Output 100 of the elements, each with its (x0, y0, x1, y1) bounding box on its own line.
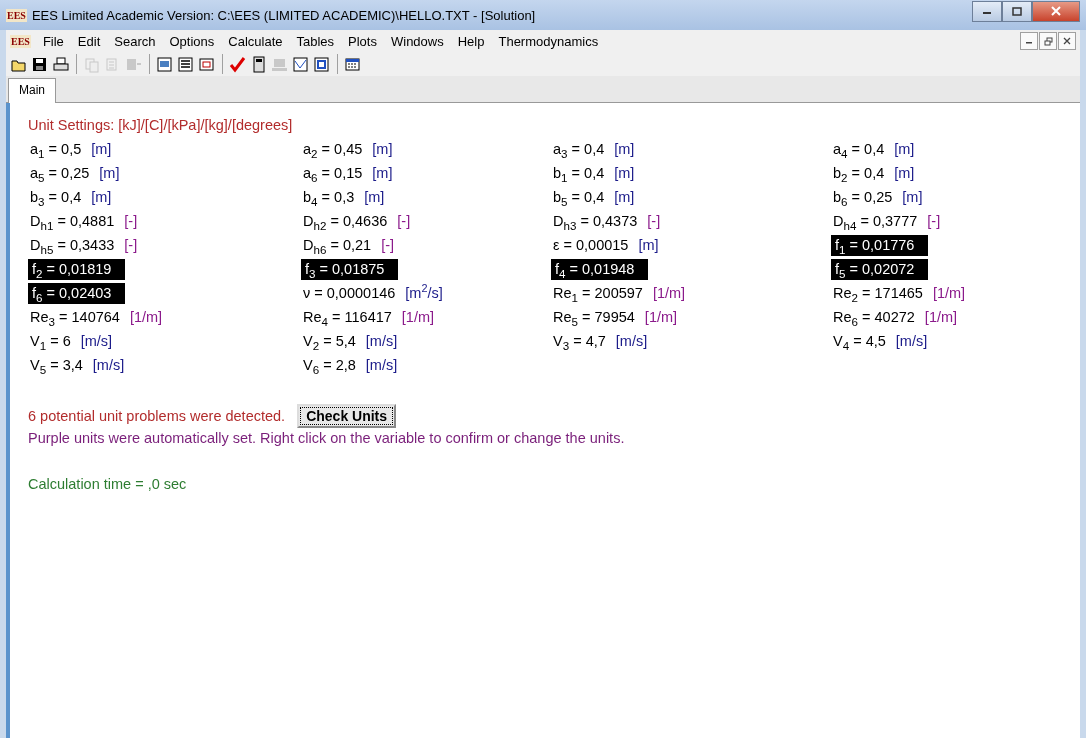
variable-value[interactable]: Re$_{1}$ = 200597 (551, 283, 647, 304)
variable-value[interactable]: Re$_{3}$ = 140764 (28, 307, 124, 328)
variable-value[interactable]: V$_{5}$ = 3,4 (28, 355, 87, 376)
app-logo: EES (6, 8, 27, 22)
unit-label[interactable]: [m] (99, 163, 120, 184)
unit-label[interactable]: [m] (902, 187, 923, 208)
unit-label[interactable]: [m] (894, 139, 915, 160)
unit-label[interactable]: [-] (124, 211, 138, 232)
variable-value[interactable]: a$_{4}$ = 0,4 (831, 139, 889, 160)
variable-value[interactable]: D$_{h1}$ = 0,4881 (28, 211, 119, 232)
variable-value[interactable]: b$_{5}$ = 0,4 (551, 187, 609, 208)
variable-value[interactable]: Re$_{5}$ = 79954 (551, 307, 639, 328)
restore-button[interactable] (1039, 32, 1057, 50)
unit-label[interactable]: [1/m] (401, 307, 435, 328)
variable-value[interactable]: a$_{3}$ = 0,4 (551, 139, 609, 160)
unit-label[interactable]: [m] (91, 139, 112, 160)
variable-value[interactable]: b$_{4}$ = 0,3 (301, 187, 359, 208)
variable-value[interactable]: b$_{2}$ = 0,4 (831, 163, 889, 184)
variable-value[interactable]: V$_{3}$ = 4,7 (551, 331, 610, 352)
tab[interactable]: Main (8, 78, 56, 103)
unit-label[interactable]: [-] (397, 211, 411, 232)
menu-item[interactable]: Search (107, 31, 163, 51)
variable-value[interactable]: f$_{4}$ = 0,01948 (551, 259, 649, 280)
calculation-time: Calculation time = ,0 sec (28, 476, 188, 492)
close-icon (1063, 37, 1071, 45)
window-title: EES Limited Academic Version: C:\EES (LIMITED ACADEMIC)\HELLO.TXT - [Solution] (31, 7, 537, 23)
variable-value[interactable]: V$_{4}$ = 4,5 (831, 331, 890, 352)
unit-label[interactable]: [1/m] (932, 283, 966, 304)
unit-label[interactable]: [m/s] (895, 331, 928, 352)
unit-label[interactable]: [1/m] (129, 307, 163, 328)
menu-item[interactable]: Calculate (221, 31, 290, 51)
unit-label[interactable]: [m/s] (80, 331, 113, 352)
check-units-button[interactable]: Check Units (297, 404, 397, 428)
unit-label[interactable]: [m] (614, 187, 635, 208)
printer-icon (51, 55, 69, 73)
variable-value[interactable]: a$_{6}$ = 0,15 (301, 163, 367, 184)
variable-value[interactable]: D$_{h6}$ = 0,21 (301, 235, 376, 256)
unit-label[interactable]: [m/s] (92, 355, 125, 376)
unit-label[interactable]: [1/m] (924, 307, 958, 328)
variable-value[interactable]: Re$_{4}$ = 116417 (301, 307, 396, 328)
variable-value[interactable]: Re$_{2}$ = 171465 (831, 283, 927, 304)
menu-item[interactable]: File (35, 31, 71, 51)
unit-label[interactable]: [1/m] (652, 283, 686, 304)
unit-label[interactable]: [-] (381, 235, 395, 256)
unit-label[interactable]: [-] (927, 211, 941, 232)
unit-label[interactable]: [m] (91, 187, 112, 208)
window-icon (155, 55, 173, 73)
toolbar-button[interactable] (175, 54, 195, 74)
variable-value[interactable]: Re$_{6}$ = 40272 (831, 307, 919, 328)
unit-label[interactable]: [m/s] (615, 331, 648, 352)
variable-value[interactable]: f$_{5}$ = 0,02072 (831, 259, 929, 280)
unit-label[interactable]: [-] (124, 235, 138, 256)
close-button[interactable] (1058, 32, 1076, 50)
menu-item[interactable]: Thermodynamics (491, 31, 606, 51)
variable-value[interactable]: ε = 0,00015 (551, 235, 633, 256)
variable-value[interactable]: D$_{h3}$ = 0,4373 (551, 211, 642, 232)
document-icon (82, 55, 100, 73)
variable-value[interactable]: f$_{2}$ = 0,01819 (28, 259, 126, 280)
menu-item[interactable]: Tables (289, 31, 342, 51)
unit-label[interactable]: [m/s] (365, 355, 398, 376)
close-button[interactable] (1032, 0, 1080, 22)
variable-value[interactable]: b$_{1}$ = 0,4 (551, 163, 609, 184)
close-icon (1050, 6, 1062, 16)
unit-label[interactable]: [1/m] (644, 307, 678, 328)
variable-value[interactable]: f$_{3}$ = 0,01875 (301, 259, 399, 280)
variable-value[interactable]: a$_{5}$ = 0,25 (28, 163, 94, 184)
variable-value[interactable]: V$_{2}$ = 5,4 (301, 331, 360, 352)
variable-value[interactable]: b$_{3}$ = 0,4 (28, 187, 86, 208)
variable-value[interactable]: f$_{1}$ = 0,01776 (831, 235, 929, 256)
unit-label[interactable]: [m] (364, 187, 385, 208)
menu-item[interactable]: Help (450, 31, 492, 51)
unit-label[interactable]: [m] (638, 235, 659, 256)
toolbar-button[interactable] (311, 54, 331, 74)
unit-label[interactable]: [m] (372, 163, 393, 184)
variable-value[interactable]: D$_{h2}$ = 0,4636 (301, 211, 392, 232)
maximize-button[interactable] (1002, 0, 1032, 22)
variable-value[interactable]: V$_{6}$ = 2,8 (301, 355, 360, 376)
unit-label[interactable]: [m/s] (365, 331, 398, 352)
unit-label[interactable]: [m] (894, 163, 915, 184)
variable-value[interactable]: D$_{h4}$ = 0,3777 (831, 211, 922, 232)
menu-item[interactable]: Plots (341, 31, 384, 51)
unit-label[interactable]: [m] (614, 163, 635, 184)
variable-value[interactable]: b$_{6}$ = 0,25 (831, 187, 897, 208)
variable-value[interactable]: ν = 0,0000146 (301, 283, 400, 304)
minimize-button[interactable] (972, 0, 1002, 22)
menu-item[interactable]: Options (162, 31, 222, 51)
unit-label[interactable]: [m] (614, 139, 635, 160)
unit-label[interactable]: [m$^{2}$/s] (405, 283, 443, 304)
toolbar-button[interactable] (50, 54, 70, 74)
variable-value[interactable]: a$_{1}$ = 0,5 (28, 139, 86, 160)
variable-value[interactable]: D$_{h5}$ = 0,3433 (28, 235, 119, 256)
unit-label[interactable]: [m] (372, 139, 393, 160)
variable-value[interactable]: a$_{2}$ = 0,45 (301, 139, 367, 160)
variable-value[interactable]: f$_{6}$ = 0,02403 (28, 283, 126, 304)
warning-message: 6 potential unit problems were detected. (28, 408, 286, 424)
floppy-icon (30, 55, 48, 73)
menu-item[interactable]: Windows (383, 31, 451, 51)
menu-item[interactable]: Edit (70, 31, 108, 51)
unit-label[interactable]: [-] (647, 211, 661, 232)
variable-value[interactable]: V$_{1}$ = 6 (28, 331, 75, 352)
